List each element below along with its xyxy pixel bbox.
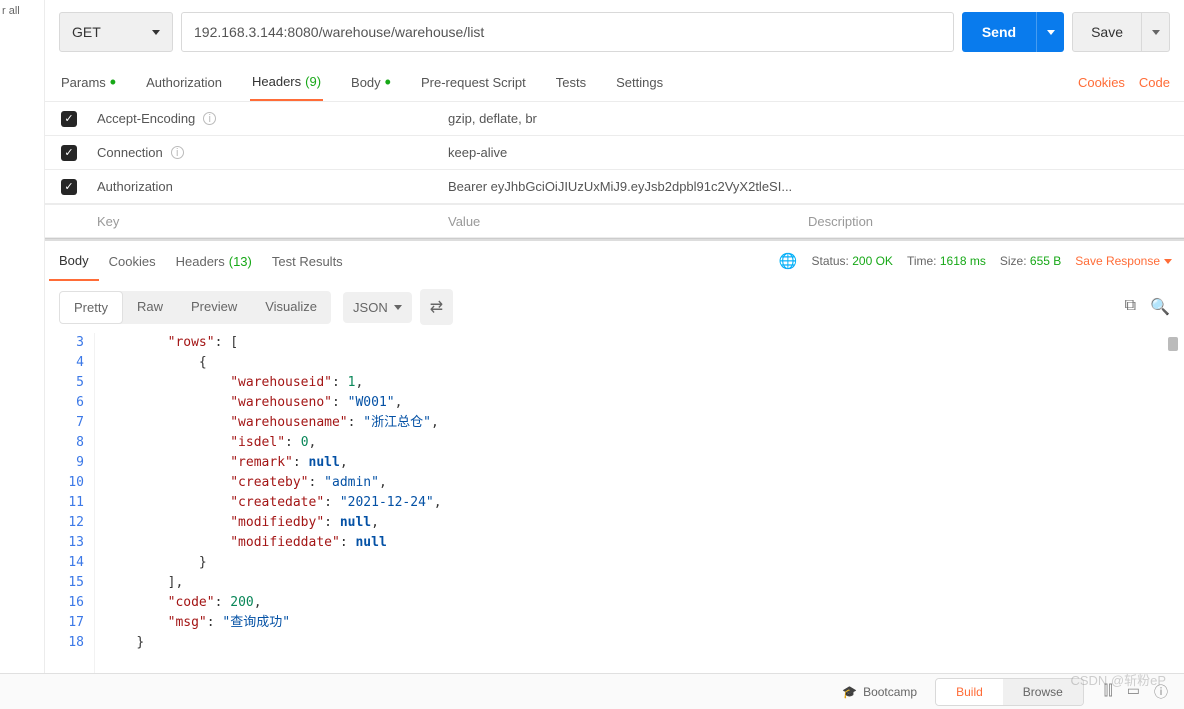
cookies-link[interactable]: Cookies: [1078, 75, 1125, 90]
globe-icon[interactable]: 🌐: [779, 252, 798, 270]
header-row[interactable]: ✓ Connection ikeep-alive: [45, 136, 1184, 170]
dot-icon: •: [385, 72, 391, 93]
status-label: Status: 200 OK: [812, 254, 893, 268]
chevron-down-icon: [394, 305, 402, 310]
chevron-down-icon: [1152, 30, 1160, 35]
chevron-down-icon: [152, 30, 160, 35]
scrollbar-thumb[interactable]: [1168, 337, 1178, 351]
info-icon: i: [171, 146, 184, 159]
resp-tab-headers[interactable]: Headers(13): [166, 241, 262, 281]
tab-authorization[interactable]: Authorization: [144, 64, 224, 101]
chevron-down-icon: [1047, 30, 1055, 35]
format-visualize[interactable]: Visualize: [251, 291, 331, 324]
header-row[interactable]: ✓ AuthorizationBearer eyJhbGciOiJIUzUxMiJ…: [45, 170, 1184, 204]
bootcamp-icon: 🎓: [842, 685, 857, 699]
send-dropdown-button[interactable]: [1036, 12, 1064, 52]
format-pretty[interactable]: Pretty: [59, 291, 123, 324]
sidebar-strip: r all: [0, 0, 45, 709]
header-key[interactable]: Authorization: [93, 179, 448, 194]
format-preview[interactable]: Preview: [177, 291, 251, 324]
url-bar: GET 192.168.3.144:8080/warehouse/warehou…: [45, 0, 1184, 64]
checkbox-checked[interactable]: ✓: [61, 111, 77, 127]
send-button[interactable]: Send: [962, 12, 1036, 52]
header-key[interactable]: Connection i: [93, 145, 448, 160]
headers-table: ✓ Accept-Encoding igzip, deflate, br ✓ Conn…: [45, 102, 1184, 239]
bootcamp-link[interactable]: 🎓Bootcamp: [842, 685, 917, 699]
content-type-select[interactable]: JSON: [343, 292, 412, 323]
copy-icon[interactable]: ⧉: [1125, 297, 1136, 317]
chevron-down-icon: [1164, 259, 1172, 264]
checkbox-checked[interactable]: ✓: [61, 145, 77, 161]
method-select[interactable]: GET: [59, 12, 173, 52]
resp-tab-body[interactable]: Body: [49, 241, 99, 281]
header-key[interactable]: Accept-Encoding i: [93, 111, 448, 126]
tab-tests[interactable]: Tests: [554, 64, 588, 101]
size-label: Size: 655 B: [1000, 254, 1061, 268]
build-toggle[interactable]: Build: [936, 679, 1003, 705]
mode-toggle: Build Browse: [935, 678, 1084, 706]
format-bar: Pretty Raw Preview Visualize JSON ⇄ ⧉ 🔍: [45, 281, 1184, 333]
save-button[interactable]: Save: [1072, 12, 1142, 52]
resp-tab-cookies[interactable]: Cookies: [99, 241, 166, 281]
format-raw[interactable]: Raw: [123, 291, 177, 324]
header-value[interactable]: Bearer eyJhbGciOiJIUzUxMiJ9.eyJsb2dpbl91…: [448, 179, 808, 194]
response-section: Body Cookies Headers(13) Test Results 🌐 …: [45, 239, 1184, 673]
header-value[interactable]: gzip, deflate, br: [448, 111, 808, 126]
header-description-input[interactable]: Description: [808, 214, 1184, 229]
request-tabs: Params• Authorization Headers (9) Body• …: [45, 64, 1184, 102]
save-response-button[interactable]: Save Response: [1075, 254, 1172, 268]
header-key-input[interactable]: Key: [93, 214, 448, 229]
tab-pre-request[interactable]: Pre-request Script: [419, 64, 528, 101]
checkbox-checked[interactable]: ✓: [61, 179, 77, 195]
main-panel: GET 192.168.3.144:8080/warehouse/warehou…: [45, 0, 1184, 673]
tab-settings[interactable]: Settings: [614, 64, 665, 101]
watermark: CSDN @斩粉eP: [1070, 670, 1166, 689]
time-label: Time: 1618 ms: [907, 254, 986, 268]
search-icon[interactable]: 🔍: [1150, 297, 1170, 317]
header-row[interactable]: ✓ Accept-Encoding igzip, deflate, br: [45, 102, 1184, 136]
header-value[interactable]: keep-alive: [448, 145, 808, 160]
resp-tab-test-results[interactable]: Test Results: [262, 241, 353, 281]
header-new-row[interactable]: Key Value Description: [45, 204, 1184, 238]
response-body-view[interactable]: 3456789101112131415161718 "rows": [ { "w…: [45, 333, 1184, 673]
response-tabs: Body Cookies Headers(13) Test Results 🌐 …: [45, 241, 1184, 281]
wrap-lines-button[interactable]: ⇄: [420, 289, 453, 325]
dot-icon: •: [110, 72, 116, 93]
tab-body[interactable]: Body•: [349, 64, 393, 101]
save-dropdown-button[interactable]: [1142, 12, 1170, 52]
header-value-input[interactable]: Value: [448, 214, 808, 229]
info-icon: i: [203, 112, 216, 125]
tab-params[interactable]: Params•: [59, 64, 118, 101]
tab-headers[interactable]: Headers (9): [250, 64, 323, 101]
bottom-bar: 🎓Bootcamp Build Browse ⫿⫿ ▭ ⓘ: [0, 673, 1184, 709]
code-link[interactable]: Code: [1139, 75, 1170, 90]
url-input[interactable]: 192.168.3.144:8080/warehouse/warehouse/l…: [181, 12, 954, 52]
method-value: GET: [72, 24, 101, 40]
